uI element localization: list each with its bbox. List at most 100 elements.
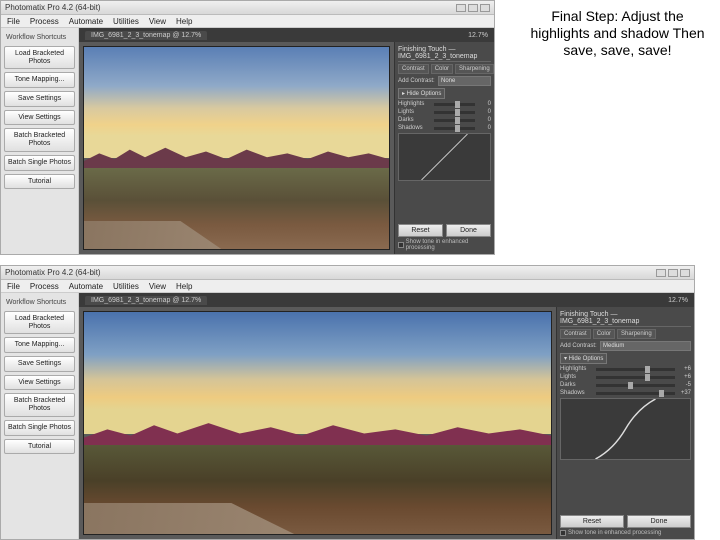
close-button[interactable] [680, 269, 690, 277]
sidebar-tutorial[interactable]: Tutorial [4, 439, 75, 455]
slider-shadows[interactable]: Shadows 0 [398, 125, 491, 131]
slider-label: Highlights [560, 366, 594, 372]
menu-automate[interactable]: Automate [69, 282, 103, 291]
titlebar[interactable]: Photomatix Pro 4.2 (64-bit) [1, 1, 494, 15]
adjustment-panel: Finishing Touch — IMG_6981_2_3_tonemap C… [556, 307, 694, 539]
app-window-bottom: Photomatix Pro 4.2 (64-bit) File Process… [0, 265, 695, 540]
panel-title: Finishing Touch — IMG_6981_2_3_tonemap [398, 45, 491, 62]
hide-options-button[interactable]: ▾ Hide Options [560, 353, 607, 364]
reset-button[interactable]: Reset [560, 515, 624, 528]
hide-options-button[interactable]: ▸ Hide Options [398, 88, 445, 99]
sidebar-save-settings[interactable]: Save Settings [4, 356, 75, 372]
tab-sharpening[interactable]: Sharpening [617, 329, 656, 339]
menu-automate[interactable]: Automate [69, 17, 103, 26]
tab-contrast[interactable]: Contrast [398, 64, 429, 74]
slider-highlights[interactable]: Highlights0 [398, 101, 491, 107]
close-button[interactable] [480, 4, 490, 12]
preview-checkbox[interactable]: Show tone in enhanced processing [560, 530, 691, 536]
checkbox-label: Show tone in enhanced processing [406, 239, 491, 251]
menu-file[interactable]: File [7, 17, 20, 26]
menu-process[interactable]: Process [30, 282, 59, 291]
tab-sharpening[interactable]: Sharpening [455, 64, 494, 74]
window-title: Photomatix Pro 4.2 (64-bit) [5, 268, 101, 277]
slider-value: 0 [477, 117, 491, 123]
sidebar-tutorial[interactable]: Tutorial [4, 174, 75, 190]
canvas[interactable] [79, 307, 556, 539]
minimize-button[interactable] [656, 269, 666, 277]
app-window-top: Photomatix Pro 4.2 (64-bit) File Process… [0, 0, 495, 255]
titlebar[interactable]: Photomatix Pro 4.2 (64-bit) [1, 266, 694, 280]
contrast-label: Add Contrast: [398, 78, 436, 84]
tab-contrast[interactable]: Contrast [560, 329, 591, 339]
menu-utilities[interactable]: Utilities [113, 17, 139, 26]
slider-lights[interactable]: Lights +6 [560, 374, 691, 380]
slider-darks[interactable]: Darks -5 [560, 382, 691, 388]
tab-color[interactable]: Color [431, 64, 453, 74]
image-tabbar: IMG_6981_2_3_tonemap @ 12.7% 12.7% [79, 28, 494, 42]
maximize-button[interactable] [468, 4, 478, 12]
sidebar-save-settings[interactable]: Save Settings [4, 91, 75, 107]
curve-graph[interactable] [560, 398, 691, 460]
sidebar: Workflow Shortcuts Load Bracketed Photos… [1, 293, 79, 539]
sidebar-batch-bracketed[interactable]: Batch Bracketed Photos [4, 128, 75, 151]
maximize-button[interactable] [668, 269, 678, 277]
zoom-level: 12.7% [468, 32, 488, 39]
slider-value: +6 [677, 374, 691, 380]
done-button[interactable]: Done [446, 224, 491, 237]
menu-help[interactable]: Help [176, 17, 192, 26]
menu-view[interactable]: View [149, 17, 166, 26]
contrast-label: Add Contrast: [560, 343, 598, 349]
menu-help[interactable]: Help [176, 282, 192, 291]
sidebar-load-bracketed[interactable]: Load Bracketed Photos [4, 46, 75, 69]
slider-label: Lights [560, 374, 594, 380]
slider-value: 0 [477, 125, 491, 131]
slider-label: Highlights [398, 101, 432, 107]
done-button[interactable]: Done [627, 515, 691, 528]
sidebar-tone-mapping[interactable]: Tone Mapping... [4, 72, 75, 88]
preview-checkbox[interactable]: Show tone in enhanced processing [398, 239, 491, 251]
reset-button[interactable]: Reset [398, 224, 443, 237]
slider-label: Darks [398, 117, 432, 123]
slider-label: Shadows [560, 390, 594, 396]
contrast-select[interactable]: Medium [600, 341, 691, 351]
sidebar-batch-bracketed[interactable]: Batch Bracketed Photos [4, 393, 75, 416]
image-tabbar: IMG_6981_2_3_tonemap @ 12.7% 12.7% [79, 293, 694, 307]
sidebar-batch-single[interactable]: Batch Single Photos [4, 155, 75, 171]
photo-preview [83, 46, 390, 250]
zoom-level: 12.7% [668, 297, 688, 304]
contrast-select[interactable]: None [438, 76, 491, 86]
sidebar-header: Workflow Shortcuts [4, 32, 75, 43]
canvas[interactable] [79, 42, 394, 254]
slider-label: Shadows [398, 125, 432, 131]
panel-title: Finishing Touch — IMG_6981_2_3_tonemap [560, 310, 691, 327]
menu-view[interactable]: View [149, 282, 166, 291]
slider-darks[interactable]: Darks 0 [398, 117, 491, 123]
slider-lights[interactable]: Lights0 [398, 109, 491, 115]
tab-color[interactable]: Color [593, 329, 615, 339]
menu-process[interactable]: Process [30, 17, 59, 26]
sidebar-batch-single[interactable]: Batch Single Photos [4, 420, 75, 436]
curve-graph[interactable] [398, 133, 491, 181]
checkbox-label: Show tone in enhanced processing [568, 530, 661, 536]
sidebar-load-bracketed[interactable]: Load Bracketed Photos [4, 311, 75, 334]
image-tab[interactable]: IMG_6981_2_3_tonemap @ 12.7% [85, 296, 207, 305]
menu-file[interactable]: File [7, 282, 20, 291]
menubar: File Process Automate Utilities View Hel… [1, 280, 694, 293]
slider-value: -5 [677, 382, 691, 388]
slider-shadows[interactable]: Shadows+37 [560, 390, 691, 396]
sidebar-view-settings[interactable]: View Settings [4, 110, 75, 126]
slider-label: Darks [560, 382, 594, 388]
menubar: File Process Automate Utilities View Hel… [1, 15, 494, 28]
image-tab[interactable]: IMG_6981_2_3_tonemap @ 12.7% [85, 31, 207, 40]
sidebar: Workflow Shortcuts Load Bracketed Photos… [1, 28, 79, 254]
slider-highlights[interactable]: Highlights +6 [560, 366, 691, 372]
window-title: Photomatix Pro 4.2 (64-bit) [5, 3, 101, 12]
sidebar-tone-mapping[interactable]: Tone Mapping... [4, 337, 75, 353]
annotation-text: Final Step: Adjust the highlights and sh… [525, 8, 710, 58]
menu-utilities[interactable]: Utilities [113, 282, 139, 291]
photo-preview [83, 311, 552, 535]
slider-label: Lights [398, 109, 432, 115]
slider-value: +6 [677, 366, 691, 372]
sidebar-view-settings[interactable]: View Settings [4, 375, 75, 391]
minimize-button[interactable] [456, 4, 466, 12]
